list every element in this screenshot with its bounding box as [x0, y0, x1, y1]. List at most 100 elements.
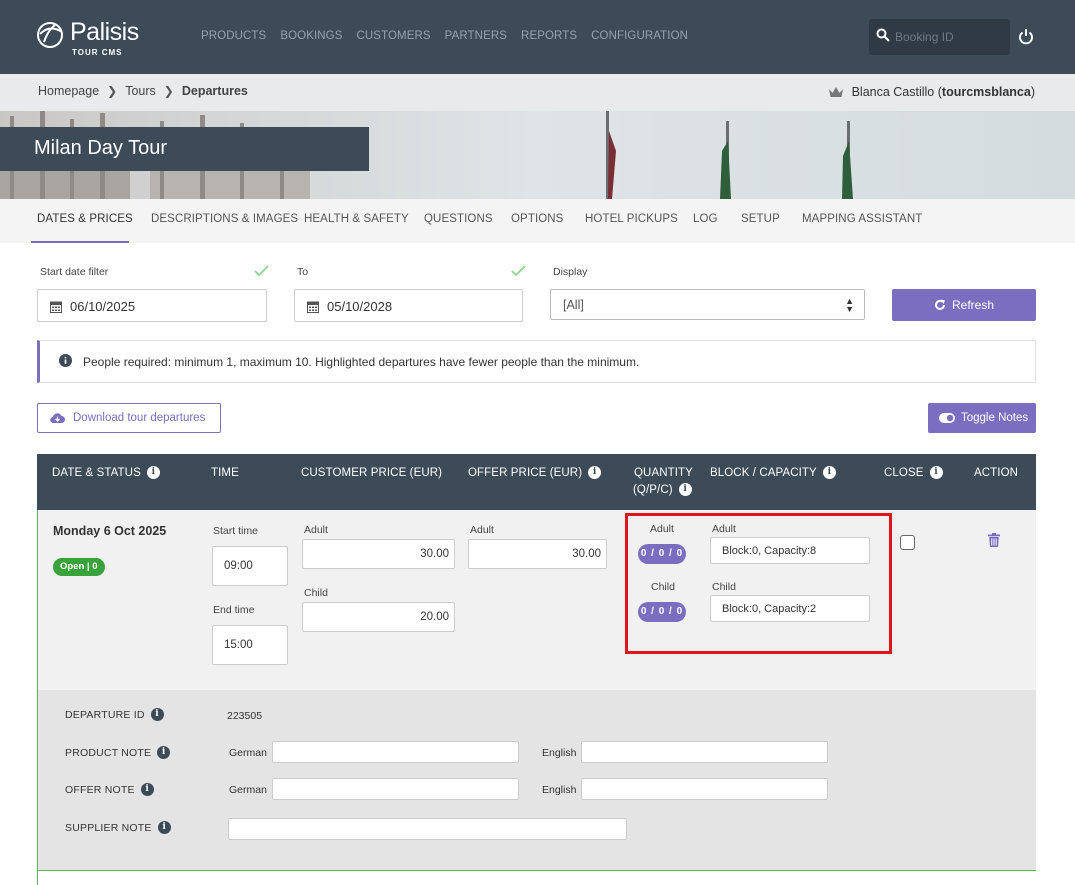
offer-note-german-input[interactable] — [272, 778, 519, 800]
highlight-box — [625, 513, 892, 654]
close-departure-checkbox[interactable] — [900, 535, 915, 550]
supplier-note-label: SUPPLIER NOTE i — [65, 821, 171, 834]
col-action: ACTION — [974, 467, 1019, 479]
refresh-icon — [935, 299, 945, 310]
start-time-label: Start time — [213, 525, 258, 537]
toggle-icon — [939, 413, 955, 423]
departure-date: Monday 6 Oct 2025 — [53, 524, 167, 538]
tab-questions[interactable]: QUESTIONS — [424, 213, 493, 225]
info-icon[interactable]: i — [157, 746, 171, 759]
tab-setup[interactable]: SETUP — [741, 213, 780, 225]
refresh-button[interactable]: Refresh — [892, 289, 1036, 321]
to-date-label: To — [297, 266, 309, 278]
product-note-english-input[interactable] — [581, 741, 828, 763]
nav-products[interactable]: PRODUCTS — [201, 30, 266, 42]
col-quantity-sub: (Q/P/C) i — [633, 483, 692, 496]
check-icon — [511, 265, 526, 277]
col-close: CLOSE i — [884, 466, 943, 479]
display-select-value: [All] — [563, 298, 584, 312]
col-time: TIME — [211, 467, 239, 479]
calendar-icon — [50, 301, 62, 313]
departure-id-label: DEPARTURE ID i — [65, 708, 164, 721]
refresh-label: Refresh — [951, 298, 995, 312]
tab-hotel-pickups[interactable]: HOTEL PICKUPS — [585, 213, 678, 225]
nav-reports[interactable]: REPORTS — [521, 30, 577, 42]
download-label: Download tour departures — [73, 412, 206, 424]
to-date-value: 05/10/2028 — [327, 299, 393, 314]
customer-adult-price-input[interactable]: 30.00 — [302, 539, 455, 569]
start-time-input[interactable]: 09:00 — [212, 546, 288, 586]
logo-name: Palisis — [70, 18, 139, 46]
row-divider — [37, 870, 1036, 871]
tab-log[interactable]: LOG — [693, 213, 718, 225]
col-offer-price: OFFER PRICE (EUR) i — [468, 466, 602, 479]
top-bar: Palisis TOUR CMS PRODUCTS BOOKINGS CUSTO… — [0, 0, 1075, 74]
info-icon[interactable]: i — [588, 466, 602, 479]
offer-adult-label: Adult — [470, 524, 494, 536]
info-icon[interactable]: i — [146, 466, 160, 479]
info-icon[interactable]: i — [140, 783, 154, 796]
power-icon[interactable] — [1018, 28, 1034, 45]
breadcrumb-homepage[interactable]: Homepage — [38, 84, 99, 98]
chevron-right-icon: ❯ — [163, 84, 174, 98]
info-icon[interactable]: i — [157, 821, 171, 834]
col-block-capacity: BLOCK / CAPACITY i — [710, 466, 836, 479]
download-departures-button[interactable]: Download tour departures — [37, 403, 221, 433]
tab-mapping-assistant[interactable]: MAPPING ASSISTANT — [802, 213, 922, 225]
search-icon[interactable] — [876, 28, 890, 42]
toggle-notes-button[interactable]: Toggle Notes — [928, 403, 1036, 433]
display-select[interactable]: [All] ▲ ▼ — [550, 289, 865, 320]
supplier-note-input[interactable] — [228, 818, 627, 840]
offer-adult-price-input[interactable]: 30.00 — [468, 539, 607, 569]
info-circle-icon — [59, 354, 72, 367]
info-icon[interactable]: i — [678, 483, 692, 496]
start-date-label: Start date filter — [40, 266, 109, 278]
to-date-input[interactable]: 05/10/2028 — [294, 289, 523, 322]
info-icon[interactable]: i — [150, 708, 164, 721]
info-message: People required: minimum 1, maximum 10. … — [37, 340, 1036, 383]
start-date-input[interactable]: 06/10/2025 — [37, 289, 267, 322]
offer-note-english-input[interactable] — [581, 778, 828, 800]
user-menu[interactable]: Blanca Castillo (tourcmsblanca) — [828, 85, 1035, 99]
status-badge: Open | 0 — [53, 558, 105, 576]
offer-note-english-label: English — [542, 784, 577, 796]
start-date-value: 06/10/2025 — [70, 299, 136, 314]
tabs-bar: DATES & PRICES DESCRIPTIONS & IMAGES HEA… — [0, 199, 1075, 243]
row-divider-left — [37, 870, 38, 885]
user-name: Blanca Castillo (tourcmsblanca) — [851, 85, 1035, 99]
nav-configuration[interactable]: CONFIGURATION — [591, 30, 688, 42]
info-icon[interactable]: i — [822, 466, 836, 479]
offer-note-german-label: German — [229, 784, 267, 796]
customer-adult-label: Adult — [304, 524, 328, 536]
tour-banner: Milan Day Tour — [0, 111, 1075, 199]
product-note-german-input[interactable] — [272, 741, 519, 763]
calendar-icon — [307, 301, 319, 313]
nav-customers[interactable]: CUSTOMERS — [357, 30, 431, 42]
tab-options[interactable]: OPTIONS — [511, 213, 563, 225]
tab-descriptions-images[interactable]: DESCRIPTIONS & IMAGES — [151, 213, 298, 225]
crown-icon — [828, 87, 843, 97]
page-title: Milan Day Tour — [34, 137, 168, 159]
nav-bookings[interactable]: BOOKINGS — [280, 30, 342, 42]
end-time-input[interactable]: 15:00 — [212, 625, 288, 665]
booking-id-input[interactable] — [895, 28, 1005, 46]
breadcrumb-bar: Homepage ❯ Tours ❯ Departures Blanca Cas… — [0, 74, 1075, 111]
end-time-label: End time — [213, 604, 255, 616]
check-icon — [254, 265, 269, 277]
tab-dates-prices[interactable]: DATES & PRICES — [37, 213, 133, 225]
display-label: Display — [553, 266, 588, 278]
trash-icon[interactable] — [988, 533, 1000, 547]
customer-child-price-input[interactable]: 20.00 — [302, 602, 455, 632]
departure-id-value: 223505 — [227, 710, 263, 722]
logo-subtitle: TOUR CMS — [72, 48, 123, 57]
nav-partners[interactable]: PARTNERS — [445, 30, 507, 42]
col-customer-price: CUSTOMER PRICE (EUR) — [301, 467, 443, 479]
tab-health-safety[interactable]: HEALTH & SAFETY — [304, 213, 409, 225]
product-note-english-label: English — [542, 747, 577, 759]
info-text: People required: minimum 1, maximum 10. … — [83, 355, 640, 369]
info-icon[interactable]: i — [929, 466, 943, 479]
customer-child-label: Child — [304, 587, 328, 599]
booking-search — [869, 19, 1010, 55]
toggle-notes-label: Toggle Notes — [961, 412, 1029, 424]
breadcrumb-tours[interactable]: Tours — [125, 84, 156, 98]
